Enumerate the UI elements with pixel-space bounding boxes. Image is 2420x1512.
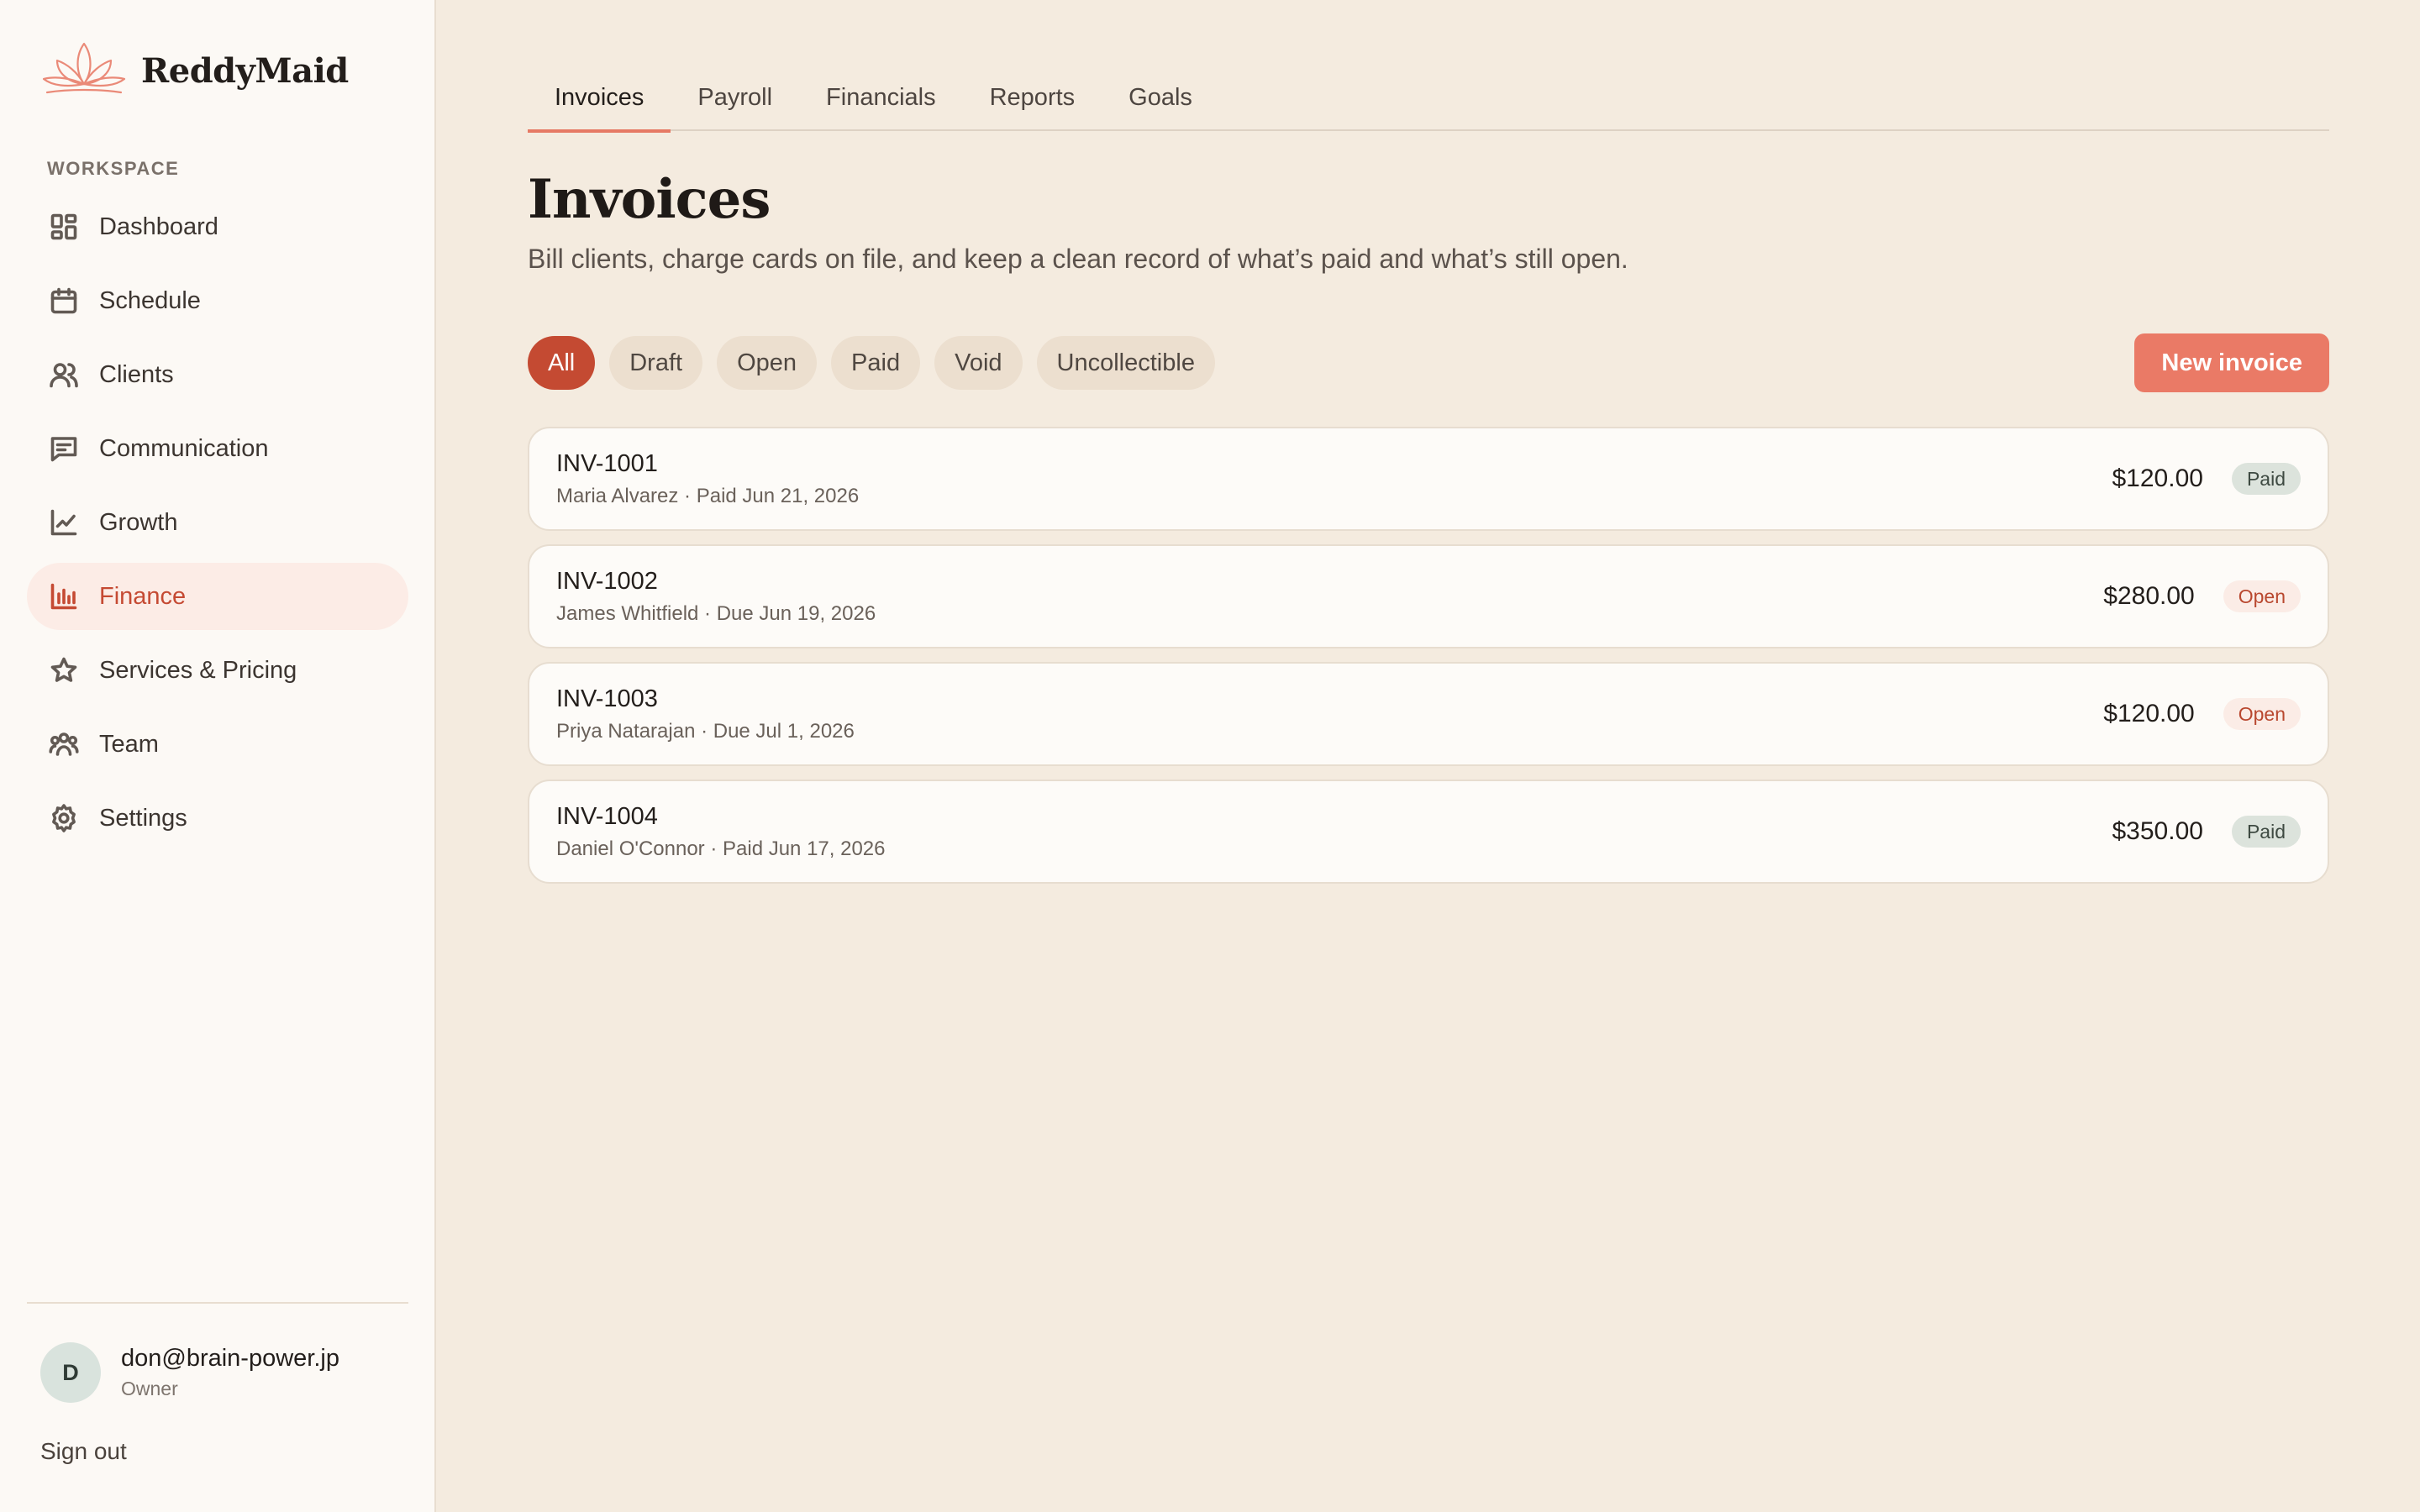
filter-draft[interactable]: Draft bbox=[609, 336, 703, 390]
lotus-icon bbox=[39, 37, 129, 105]
sidebar-item-label: Team bbox=[99, 730, 159, 758]
invoice-row[interactable]: INV-1003 Priya Natarajan · Due Jul 1, 20… bbox=[528, 662, 2329, 766]
dashboard-grid-icon bbox=[47, 210, 81, 244]
message-icon bbox=[47, 432, 81, 465]
status-filters: All Draft Open Paid Void Uncollectible bbox=[528, 336, 1215, 390]
sidebar-item-label: Services & Pricing bbox=[99, 656, 297, 684]
invoice-meta: Maria Alvarez · Paid Jun 21, 2026 bbox=[556, 484, 860, 507]
invoice-id: INV-1003 bbox=[556, 685, 658, 712]
sign-out-link[interactable]: Sign out bbox=[40, 1438, 127, 1465]
tab-goals[interactable]: Goals bbox=[1102, 74, 1219, 131]
section-label: WORKSPACE bbox=[47, 158, 180, 179]
finance-tabs: Invoices Payroll Financials Reports Goal… bbox=[528, 74, 2329, 133]
filter-paid[interactable]: Paid bbox=[831, 336, 921, 390]
page-title: Invoices bbox=[528, 168, 771, 231]
sidebar-item-settings[interactable]: Settings bbox=[27, 785, 408, 852]
sidebar-item-label: Communication bbox=[99, 434, 269, 462]
tab-financials[interactable]: Financials bbox=[799, 74, 963, 131]
invoice-amount: $350.00 bbox=[2112, 817, 2203, 845]
sidebar: ReddyMaid WORKSPACE Dashboard Schedule C… bbox=[0, 0, 436, 1512]
bar-chart-icon bbox=[47, 580, 81, 613]
users-icon bbox=[47, 358, 81, 391]
sidebar-item-label: Settings bbox=[99, 804, 187, 832]
team-icon bbox=[47, 727, 81, 761]
invoice-id: INV-1002 bbox=[556, 567, 658, 595]
status-badge: Paid bbox=[2231, 463, 2301, 495]
invoice-row[interactable]: INV-1002 James Whitfield · Due Jun 19, 2… bbox=[528, 544, 2329, 648]
sidebar-item-services-pricing[interactable]: Services & Pricing bbox=[27, 637, 408, 704]
invoice-amount: $280.00 bbox=[2103, 582, 2195, 610]
sidebar-item-clients[interactable]: Clients bbox=[27, 341, 408, 408]
sidebar-item-team[interactable]: Team bbox=[27, 711, 408, 778]
status-badge: Open bbox=[2223, 580, 2301, 612]
invoice-row[interactable]: INV-1004 Daniel O'Connor · Paid Jun 17, … bbox=[528, 780, 2329, 884]
sidebar-divider bbox=[27, 1302, 408, 1304]
trend-chart-icon bbox=[47, 506, 81, 539]
invoice-list: INV-1001 Maria Alvarez · Paid Jun 21, 20… bbox=[528, 427, 2329, 897]
sidebar-item-growth[interactable]: Growth bbox=[27, 489, 408, 556]
filter-all[interactable]: All bbox=[528, 336, 596, 390]
gear-icon bbox=[47, 801, 81, 835]
user-role: Owner bbox=[121, 1378, 178, 1399]
invoice-id: INV-1004 bbox=[556, 802, 658, 830]
sidebar-item-label: Clients bbox=[99, 360, 174, 388]
sidebar-item-label: Schedule bbox=[99, 286, 201, 314]
sidebar-item-dashboard[interactable]: Dashboard bbox=[27, 193, 408, 260]
invoice-meta: James Whitfield · Due Jun 19, 2026 bbox=[556, 601, 876, 625]
invoice-meta: Priya Natarajan · Due Jul 1, 2026 bbox=[556, 719, 855, 743]
filter-uncollectible[interactable]: Uncollectible bbox=[1036, 336, 1215, 390]
sidebar-item-finance[interactable]: Finance bbox=[27, 563, 408, 630]
tab-reports[interactable]: Reports bbox=[963, 74, 1102, 131]
avatar: D bbox=[40, 1342, 101, 1403]
brand-name: ReddyMaid bbox=[141, 51, 349, 91]
invoice-amount: $120.00 bbox=[2112, 465, 2203, 492]
sidebar-item-communication[interactable]: Communication bbox=[27, 415, 408, 482]
star-icon bbox=[47, 654, 81, 687]
brand[interactable]: ReddyMaid bbox=[39, 37, 349, 105]
sidebar-item-schedule[interactable]: Schedule bbox=[27, 267, 408, 334]
new-invoice-button[interactable]: New invoice bbox=[2134, 333, 2329, 392]
invoice-id: INV-1001 bbox=[556, 449, 658, 477]
page-subtitle: Bill clients, charge cards on file, and … bbox=[528, 244, 1628, 274]
invoice-row[interactable]: INV-1001 Maria Alvarez · Paid Jun 21, 20… bbox=[528, 427, 2329, 531]
sidebar-nav: Dashboard Schedule Clients Communication… bbox=[27, 193, 408, 858]
tab-invoices[interactable]: Invoices bbox=[528, 74, 671, 133]
invoice-meta: Daniel O'Connor · Paid Jun 17, 2026 bbox=[556, 837, 886, 860]
filter-open[interactable]: Open bbox=[717, 336, 818, 390]
sidebar-item-label: Finance bbox=[99, 582, 187, 610]
status-badge: Open bbox=[2223, 698, 2301, 730]
sidebar-item-label: Growth bbox=[99, 508, 178, 536]
user-profile[interactable]: D don@brain-power.jp Owner bbox=[40, 1342, 339, 1403]
invoice-amount: $120.00 bbox=[2103, 700, 2195, 727]
filter-void[interactable]: Void bbox=[934, 336, 1023, 390]
status-badge: Paid bbox=[2231, 816, 2301, 848]
tab-payroll[interactable]: Payroll bbox=[671, 74, 799, 131]
user-email: don@brain-power.jp bbox=[121, 1345, 339, 1372]
calendar-icon bbox=[47, 284, 81, 318]
sidebar-item-label: Dashboard bbox=[99, 213, 218, 240]
